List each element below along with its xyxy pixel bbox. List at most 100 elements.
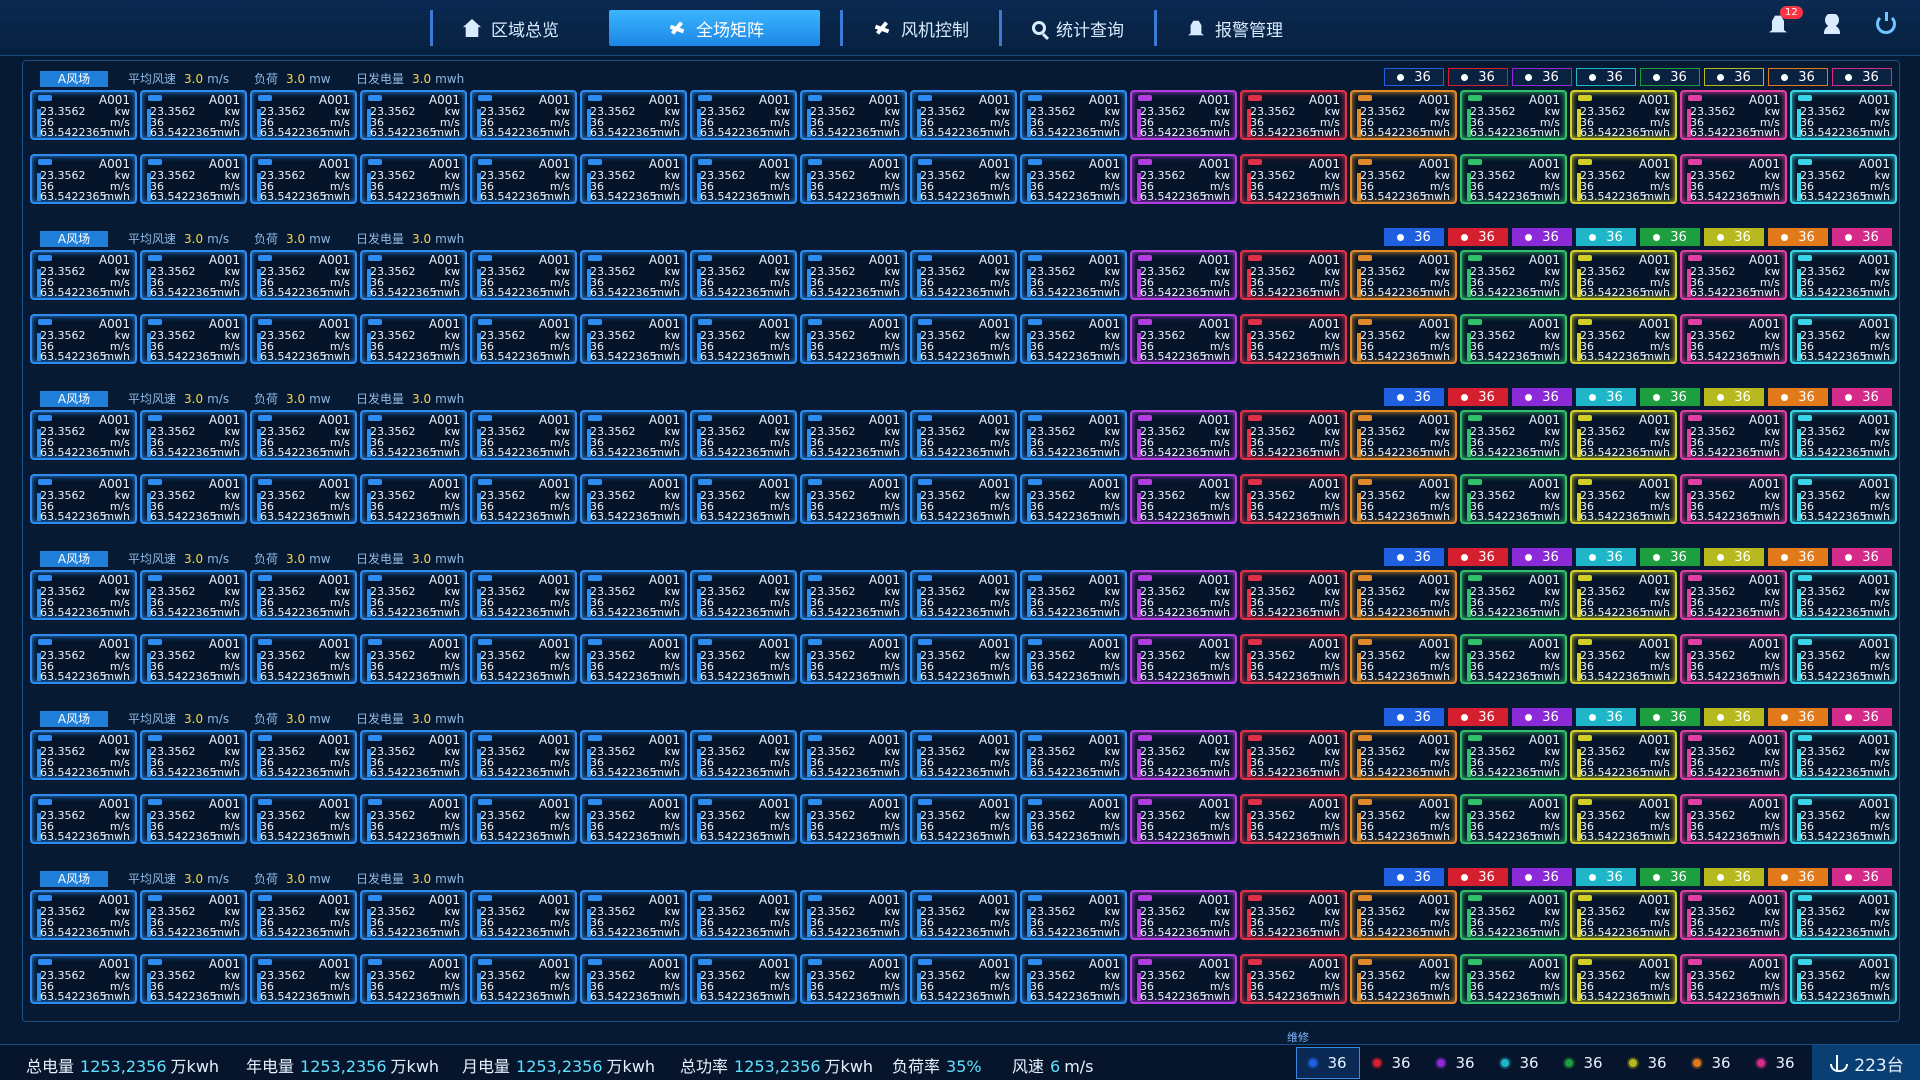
turbine-card[interactable]: A001 23.3562 kw 36 m/s 63.5422365 mwh [800, 890, 907, 940]
turbine-card[interactable]: A001 23.3562 kw 36 m/s 63.5422365 mwh [1130, 890, 1237, 940]
turbine-card[interactable]: A001 23.3562 kw 36 m/s 63.5422365 mwh [1130, 154, 1237, 204]
turbine-card[interactable]: A001 23.3562 kw 36 m/s 63.5422365 mwh [690, 730, 797, 780]
turbine-card[interactable]: A001 23.3562 kw 36 m/s 63.5422365 mwh [1350, 954, 1457, 1004]
turbine-card[interactable]: A001 23.3562 kw 36 m/s 63.5422365 mwh [360, 90, 467, 140]
turbine-card[interactable]: A001 23.3562 kw 36 m/s 63.5422365 mwh [140, 794, 247, 844]
turbine-card[interactable]: A001 23.3562 kw 36 m/s 63.5422365 mwh [140, 474, 247, 524]
turbine-card[interactable]: A001 23.3562 kw 36 m/s 63.5422365 mwh [250, 794, 357, 844]
turbine-card[interactable]: A001 23.3562 kw 36 m/s 63.5422365 mwh [1790, 794, 1897, 844]
turbine-card[interactable]: A001 23.3562 kw 36 m/s 63.5422365 mwh [1790, 890, 1897, 940]
turbine-card[interactable]: A001 23.3562 kw 36 m/s 63.5422365 mwh [910, 250, 1017, 300]
turbine-card[interactable]: A001 23.3562 kw 36 m/s 63.5422365 mwh [250, 890, 357, 940]
turbine-card[interactable]: A001 23.3562 kw 36 m/s 63.5422365 mwh [910, 90, 1017, 140]
turbine-card[interactable]: A001 23.3562 kw 36 m/s 63.5422365 mwh [470, 90, 577, 140]
turbine-card[interactable]: A001 23.3562 kw 36 m/s 63.5422365 mwh [690, 634, 797, 684]
turbine-card[interactable]: A001 23.3562 kw 36 m/s 63.5422365 mwh [910, 890, 1017, 940]
turbine-card[interactable]: A001 23.3562 kw 36 m/s 63.5422365 mwh [580, 314, 687, 364]
turbine-card[interactable]: A001 23.3562 kw 36 m/s 63.5422365 mwh [140, 410, 247, 460]
turbine-card[interactable]: A001 23.3562 kw 36 m/s 63.5422365 mwh [800, 794, 907, 844]
turbine-card[interactable]: A001 23.3562 kw 36 m/s 63.5422365 mwh [30, 730, 137, 780]
turbine-card[interactable]: A001 23.3562 kw 36 m/s 63.5422365 mwh [800, 154, 907, 204]
legend-item[interactable]: 36 [1512, 868, 1572, 886]
turbine-card[interactable]: A001 23.3562 kw 36 m/s 63.5422365 mwh [250, 90, 357, 140]
turbine-card[interactable]: A001 23.3562 kw 36 m/s 63.5422365 mwh [690, 570, 797, 620]
turbine-card[interactable]: A001 23.3562 kw 36 m/s 63.5422365 mwh [30, 474, 137, 524]
tab-region-overview[interactable]: 区域总览 [430, 10, 589, 46]
turbine-card[interactable]: A001 23.3562 kw 36 m/s 63.5422365 mwh [1350, 90, 1457, 140]
turbine-card[interactable]: A001 23.3562 kw 36 m/s 63.5422365 mwh [1020, 634, 1127, 684]
farm-tag[interactable]: A风场 [40, 871, 108, 887]
turbine-card[interactable]: A001 23.3562 kw 36 m/s 63.5422365 mwh [1240, 474, 1347, 524]
turbine-card[interactable]: A001 23.3562 kw 36 m/s 63.5422365 mwh [140, 90, 247, 140]
turbine-card[interactable]: A001 23.3562 kw 36 m/s 63.5422365 mwh [140, 154, 247, 204]
turbine-card[interactable]: A001 23.3562 kw 36 m/s 63.5422365 mwh [1240, 410, 1347, 460]
turbine-card[interactable]: A001 23.3562 kw 36 m/s 63.5422365 mwh [1130, 410, 1237, 460]
turbine-card[interactable]: A001 23.3562 kw 36 m/s 63.5422365 mwh [690, 90, 797, 140]
turbine-card[interactable]: A001 23.3562 kw 36 m/s 63.5422365 mwh [1240, 634, 1347, 684]
turbine-card[interactable]: A001 23.3562 kw 36 m/s 63.5422365 mwh [360, 154, 467, 204]
legend-item[interactable]: 36 [1832, 708, 1892, 726]
turbine-card[interactable]: A001 23.3562 kw 36 m/s 63.5422365 mwh [580, 794, 687, 844]
legend-item[interactable]: 36 [1448, 868, 1508, 886]
tab-turbine-control[interactable]: 风机控制 [840, 10, 999, 46]
turbine-card[interactable]: A001 23.3562 kw 36 m/s 63.5422365 mwh [1130, 634, 1237, 684]
turbine-card[interactable]: A001 23.3562 kw 36 m/s 63.5422365 mwh [1020, 730, 1127, 780]
turbine-card[interactable]: A001 23.3562 kw 36 m/s 63.5422365 mwh [1130, 730, 1237, 780]
turbine-card[interactable]: A001 23.3562 kw 36 m/s 63.5422365 mwh [1130, 954, 1237, 1004]
legend-item[interactable]: 36 [1704, 388, 1764, 406]
turbine-card[interactable]: A001 23.3562 kw 36 m/s 63.5422365 mwh [690, 154, 797, 204]
turbine-card[interactable]: A001 23.3562 kw 36 m/s 63.5422365 mwh [910, 954, 1017, 1004]
turbine-card[interactable]: A001 23.3562 kw 36 m/s 63.5422365 mwh [1240, 250, 1347, 300]
turbine-card[interactable]: A001 23.3562 kw 36 m/s 63.5422365 mwh [800, 730, 907, 780]
turbine-card[interactable]: A001 23.3562 kw 36 m/s 63.5422365 mwh [1680, 90, 1787, 140]
turbine-card[interactable]: A001 23.3562 kw 36 m/s 63.5422365 mwh [1130, 250, 1237, 300]
turbine-card[interactable]: A001 23.3562 kw 36 m/s 63.5422365 mwh [690, 474, 797, 524]
turbine-card[interactable]: A001 23.3562 kw 36 m/s 63.5422365 mwh [140, 314, 247, 364]
turbine-card[interactable]: A001 23.3562 kw 36 m/s 63.5422365 mwh [1790, 314, 1897, 364]
legend-item[interactable]: 36 [1704, 708, 1764, 726]
turbine-card[interactable]: A001 23.3562 kw 36 m/s 63.5422365 mwh [580, 90, 687, 140]
legend-item[interactable]: 36 [1704, 868, 1764, 886]
turbine-card[interactable]: A001 23.3562 kw 36 m/s 63.5422365 mwh [1790, 90, 1897, 140]
turbine-card[interactable]: A001 23.3562 kw 36 m/s 63.5422365 mwh [1350, 314, 1457, 364]
turbine-card[interactable]: A001 23.3562 kw 36 m/s 63.5422365 mwh [360, 474, 467, 524]
turbine-card[interactable]: A001 23.3562 kw 36 m/s 63.5422365 mwh [1350, 794, 1457, 844]
tab-alarm[interactable]: 报警管理 [1154, 10, 1313, 46]
legend-item[interactable]: 36 [1768, 548, 1828, 566]
turbine-card[interactable]: A001 23.3562 kw 36 m/s 63.5422365 mwh [1680, 410, 1787, 460]
legend-item[interactable]: 36 [1448, 388, 1508, 406]
turbine-card[interactable]: A001 23.3562 kw 36 m/s 63.5422365 mwh [1020, 474, 1127, 524]
turbine-card[interactable]: A001 23.3562 kw 36 m/s 63.5422365 mwh [580, 154, 687, 204]
legend-item[interactable]: 36 [1640, 868, 1700, 886]
turbine-card[interactable]: A001 23.3562 kw 36 m/s 63.5422365 mwh [1240, 154, 1347, 204]
turbine-card[interactable]: A001 23.3562 kw 36 m/s 63.5422365 mwh [360, 794, 467, 844]
footer-legend-item[interactable]: 36 [1488, 1047, 1552, 1079]
turbine-card[interactable]: A001 23.3562 kw 36 m/s 63.5422365 mwh [470, 570, 577, 620]
turbine-card[interactable]: A001 23.3562 kw 36 m/s 63.5422365 mwh [910, 314, 1017, 364]
turbine-card[interactable]: A001 23.3562 kw 36 m/s 63.5422365 mwh [1790, 410, 1897, 460]
turbine-card[interactable]: A001 23.3562 kw 36 m/s 63.5422365 mwh [30, 250, 137, 300]
turbine-card[interactable]: A001 23.3562 kw 36 m/s 63.5422365 mwh [250, 250, 357, 300]
turbine-card[interactable]: A001 23.3562 kw 36 m/s 63.5422365 mwh [1350, 154, 1457, 204]
turbine-card[interactable]: A001 23.3562 kw 36 m/s 63.5422365 mwh [1240, 954, 1347, 1004]
turbine-card[interactable]: A001 23.3562 kw 36 m/s 63.5422365 mwh [1570, 474, 1677, 524]
legend-item[interactable]: 36 [1640, 228, 1700, 246]
turbine-card[interactable]: A001 23.3562 kw 36 m/s 63.5422365 mwh [30, 954, 137, 1004]
turbine-card[interactable]: A001 23.3562 kw 36 m/s 63.5422365 mwh [250, 410, 357, 460]
turbine-card[interactable]: A001 23.3562 kw 36 m/s 63.5422365 mwh [1570, 250, 1677, 300]
legend-item[interactable]: 36 [1832, 68, 1892, 86]
legend-item[interactable]: 36 [1768, 68, 1828, 86]
legend-item[interactable]: 36 [1768, 868, 1828, 886]
turbine-card[interactable]: A001 23.3562 kw 36 m/s 63.5422365 mwh [140, 730, 247, 780]
legend-item[interactable]: 36 [1448, 68, 1508, 86]
legend-item[interactable]: 36 [1576, 548, 1636, 566]
legend-item[interactable]: 36 [1512, 388, 1572, 406]
turbine-card[interactable]: A001 23.3562 kw 36 m/s 63.5422365 mwh [1460, 154, 1567, 204]
turbine-card[interactable]: A001 23.3562 kw 36 m/s 63.5422365 mwh [580, 890, 687, 940]
turbine-card[interactable]: A001 23.3562 kw 36 m/s 63.5422365 mwh [30, 794, 137, 844]
turbine-card[interactable]: A001 23.3562 kw 36 m/s 63.5422365 mwh [800, 474, 907, 524]
legend-item[interactable]: 36 [1768, 708, 1828, 726]
turbine-card[interactable]: A001 23.3562 kw 36 m/s 63.5422365 mwh [1680, 250, 1787, 300]
legend-item[interactable]: 36 [1768, 228, 1828, 246]
turbine-card[interactable]: A001 23.3562 kw 36 m/s 63.5422365 mwh [580, 570, 687, 620]
